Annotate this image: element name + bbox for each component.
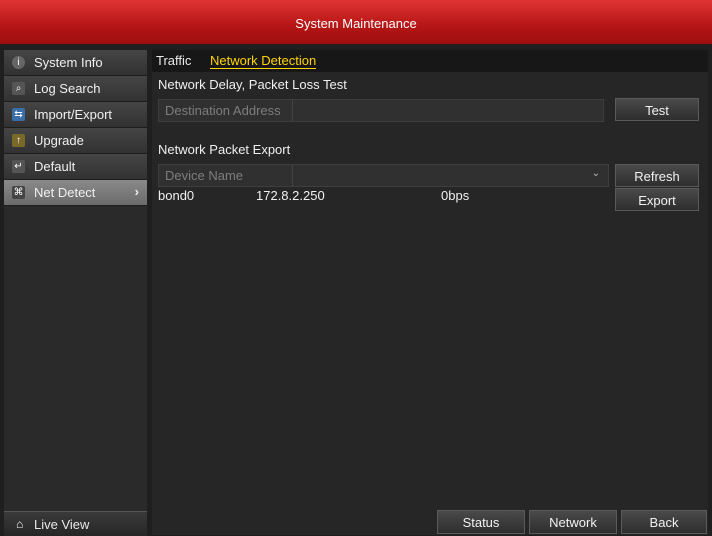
sidebar-item-default[interactable]: ↵ Default [4, 154, 147, 180]
import-export-icon: ⇆ [12, 108, 25, 121]
default-icon: ↵ [12, 160, 25, 173]
device-name-label: Device Name [159, 165, 293, 186]
sidebar-item-upgrade[interactable]: ↑ Upgrade [4, 128, 147, 154]
main-panel: Traffic Network Detection Network Delay,… [152, 50, 708, 535]
status-button[interactable]: Status [437, 510, 525, 534]
sidebar-item-label: Log Search [34, 81, 101, 96]
chevron-down-icon: ⌄ [591, 168, 600, 179]
sidebar: i System Info ⌕ Log Search ⇆ Import/Expo… [4, 50, 147, 535]
chevron-right-icon: › [134, 184, 139, 199]
sidebar-item-label: Default [34, 159, 76, 174]
destination-address-label: Destination Address [159, 100, 293, 121]
sidebar-item-log-search[interactable]: ⌕ Log Search [4, 76, 147, 102]
sidebar-item-label: Upgrade [34, 133, 84, 148]
sidebar-item-net-detect[interactable]: ⌘ Net Detect › [4, 180, 147, 206]
title-bar: System Maintenance [0, 0, 712, 44]
table-cell-device: bond0 [158, 188, 195, 203]
export-button[interactable]: Export [615, 188, 699, 211]
test-button[interactable]: Test [615, 98, 699, 121]
sidebar-item-import-export[interactable]: ⇆ Import/Export [4, 102, 147, 128]
network-icon: ⌘ [12, 186, 25, 199]
live-view-button[interactable]: ⌂ Live View [4, 511, 147, 536]
table-cell-rate: 0bps [441, 188, 470, 203]
device-name-select[interactable]: Device Name ⌄ [158, 164, 609, 187]
sidebar-item-label: Net Detect [34, 185, 96, 200]
back-button[interactable]: Back [621, 510, 707, 534]
refresh-button[interactable]: Refresh [615, 164, 699, 187]
upgrade-icon: ↑ [12, 134, 25, 147]
device-name-value[interactable] [295, 166, 599, 187]
network-button[interactable]: Network [529, 510, 617, 534]
log-icon: ⌕ [12, 82, 25, 95]
sidebar-item-label: System Info [34, 55, 103, 70]
sidebar-item-label: Import/Export [34, 107, 113, 122]
info-icon: i [12, 56, 25, 69]
packet-export-heading: Network Packet Export [158, 142, 291, 157]
destination-address-input[interactable] [295, 101, 599, 122]
delay-test-heading: Network Delay, Packet Loss Test [158, 77, 347, 92]
destination-address-field: Destination Address [158, 99, 604, 122]
tab-traffic[interactable]: Traffic [156, 53, 191, 68]
table-cell-ip: 172.8.2.250 [256, 188, 325, 203]
home-icon: ⌂ [16, 517, 24, 531]
tab-network-detection[interactable]: Network Detection [210, 53, 317, 69]
sidebar-item-system-info[interactable]: i System Info [4, 50, 147, 76]
live-view-label: Live View [34, 517, 90, 532]
window-title: System Maintenance [295, 16, 417, 31]
tab-bar: Traffic Network Detection [152, 50, 708, 72]
